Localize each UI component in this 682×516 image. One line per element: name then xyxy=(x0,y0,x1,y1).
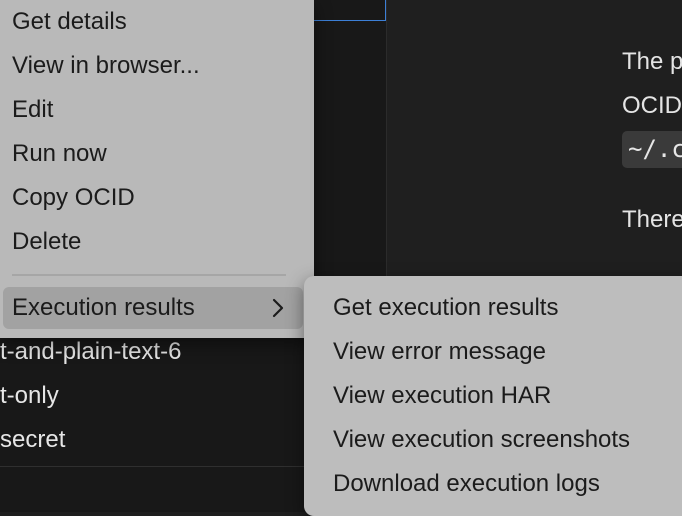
menu-item-execution-results[interactable]: Execution results xyxy=(3,287,303,329)
menu-separator xyxy=(12,274,286,276)
submenu-item-view-execution-screenshots[interactable]: View execution screenshots xyxy=(333,426,630,454)
submenu-item-view-error-message[interactable]: View error message xyxy=(333,338,546,366)
details-text-line: The p xyxy=(622,48,682,75)
menu-item-label: Execution results xyxy=(12,294,195,321)
menu-item-edit[interactable]: Edit xyxy=(12,96,53,124)
submenu-item-download-execution-logs[interactable]: Download execution logs xyxy=(333,470,600,498)
execution-results-submenu: Get execution results View error message… xyxy=(304,276,682,516)
menu-item-copy-ocid[interactable]: Copy OCID xyxy=(12,184,135,212)
details-text-line: OCID xyxy=(622,92,682,119)
context-menu: Get details View in browser... Edit Run … xyxy=(0,0,314,338)
submenu-item-get-execution-results[interactable]: Get execution results xyxy=(333,294,558,322)
code-snippet: ~/.c xyxy=(622,131,682,168)
code-snippet-text: ~/.c xyxy=(628,135,682,163)
tree-item[interactable]: t-and-plain-text-6 xyxy=(0,338,181,366)
details-text-line: There xyxy=(622,206,682,233)
chevron-right-icon xyxy=(272,298,284,318)
menu-item-run-now[interactable]: Run now xyxy=(12,140,107,168)
menu-item-delete[interactable]: Delete xyxy=(12,228,81,256)
submenu-item-view-execution-har[interactable]: View execution HAR xyxy=(333,382,551,410)
tree-item[interactable]: secret xyxy=(0,426,65,454)
tree-item[interactable]: t-only xyxy=(0,382,59,410)
menu-item-get-details[interactable]: Get details xyxy=(12,8,127,36)
menu-item-view-in-browser[interactable]: View in browser... xyxy=(12,52,200,80)
